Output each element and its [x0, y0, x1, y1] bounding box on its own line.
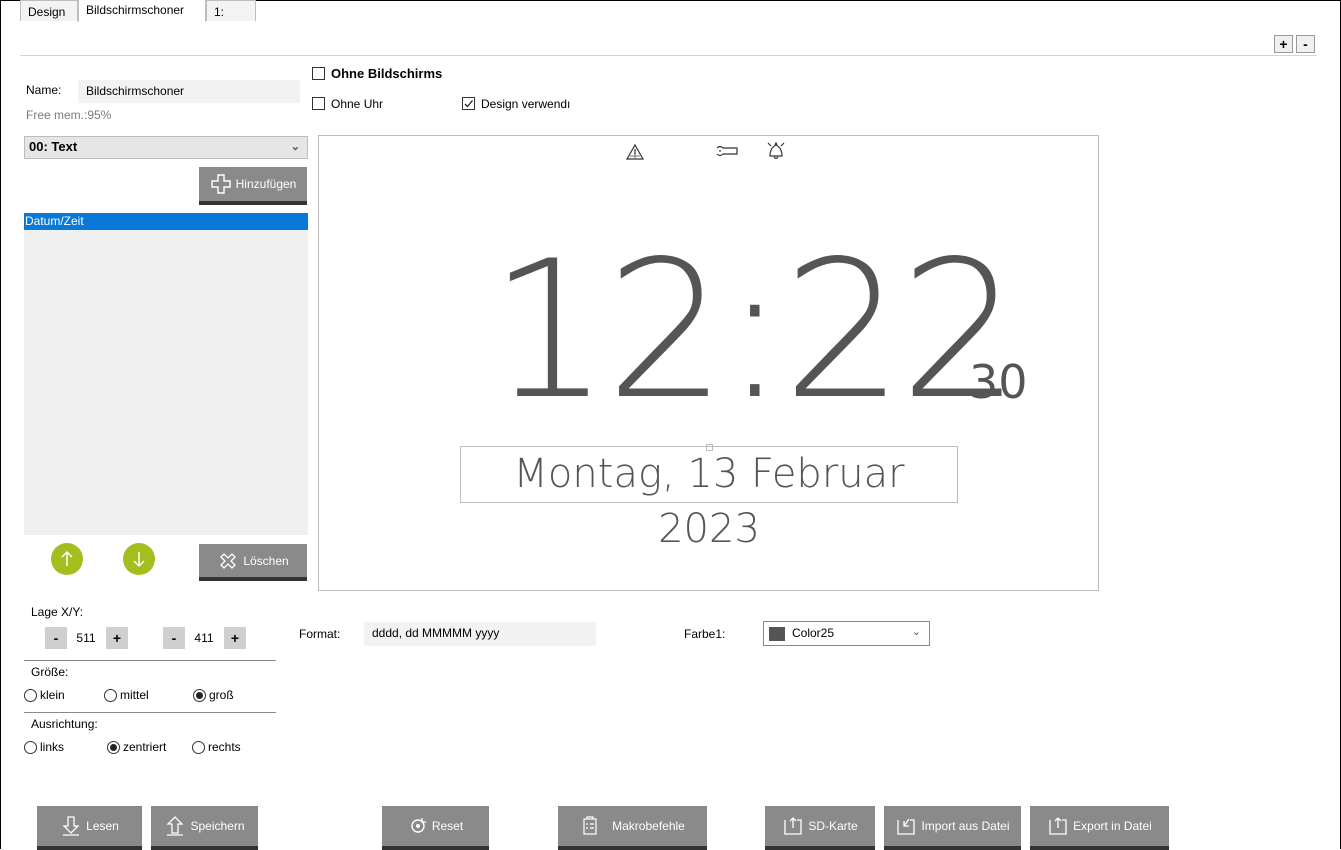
lesen-button[interactable]: Lesen: [37, 806, 142, 850]
speichern-label: Speichern: [190, 819, 245, 833]
tab-underline: [20, 55, 1317, 56]
date-text-element[interactable]: Montag, 13 Februar 2023: [460, 446, 958, 552]
checklist-icon: [583, 816, 597, 835]
size-label: Größe:: [31, 665, 69, 679]
move-up-button[interactable]: [51, 543, 83, 575]
add-tab-button[interactable]: +: [1274, 35, 1293, 53]
add-button[interactable]: Hinzufügen: [199, 167, 307, 205]
folder-import-icon: [897, 818, 916, 835]
lesen-label: Lesen: [86, 819, 119, 833]
align-zentriert-radio[interactable]: [107, 741, 120, 754]
align-links-label: links: [40, 740, 65, 754]
x-increment-button[interactable]: +: [106, 627, 128, 649]
divider: [24, 712, 276, 713]
add-button-label: Hinzufügen: [235, 177, 297, 191]
ohne-uhr-label: Ohne Uhr: [331, 97, 384, 111]
align-zentriert-label: zentriert: [123, 740, 167, 754]
tab-design[interactable]: Design: [20, 0, 78, 21]
sd-karte-button[interactable]: SD-Karte: [765, 806, 875, 850]
export-button[interactable]: Export in Datei: [1030, 806, 1169, 850]
folder-export-icon: [784, 817, 802, 835]
ohne-bildschirm-label: Ohne Bildschirms: [331, 66, 443, 81]
plus-icon: [210, 174, 231, 194]
reset-label: Reset: [431, 819, 464, 833]
arrow-up-icon: [61, 550, 73, 566]
radio-dot: [110, 744, 117, 751]
ohne-uhr-checkbox[interactable]: [312, 97, 325, 110]
x-decrement-button[interactable]: -: [45, 627, 67, 649]
color-label: Farbe1:: [684, 627, 726, 641]
position-label: Lage X/Y:: [31, 605, 84, 619]
list-item[interactable]: Datum/Zeit: [24, 213, 308, 230]
ohne-bildschirm-checkbox[interactable]: [312, 67, 325, 80]
size-mittel-radio[interactable]: [104, 689, 117, 702]
radio-dot: [196, 692, 203, 699]
design-verwenden-label: Design verwendı: [481, 97, 571, 111]
free-mem-text: Free mem.:95%: [26, 108, 112, 122]
size-gross-label: groß: [209, 688, 234, 702]
alignment-label: Ausrichtung:: [31, 717, 98, 731]
wrench-icon: [716, 145, 738, 157]
arrow-down-icon: [133, 552, 145, 568]
preview-panel: 12:22 30 Montag, 13 Februar 2023: [318, 135, 1099, 591]
folder-export-icon: [1049, 817, 1067, 835]
divider: [24, 660, 276, 661]
element-list[interactable]: Datum/Zeit: [24, 213, 308, 535]
align-rechts-label: rechts: [208, 740, 241, 754]
tab-bildschirmschoner[interactable]: Bildschirmschoner: [78, 0, 206, 22]
import-label: Import aus Datei: [921, 819, 1010, 833]
y-value: 411: [194, 631, 214, 645]
size-gross-radio[interactable]: [193, 689, 206, 702]
x-value: 511: [76, 631, 96, 645]
makro-button[interactable]: Makrobefehle: [558, 806, 707, 850]
sd-karte-label: SD-Karte: [808, 819, 858, 833]
makro-label: Makrobefehle: [612, 819, 685, 833]
export-label: Export in Datei: [1073, 819, 1152, 833]
chevron-down-icon: ⌄: [290, 141, 300, 153]
format-label: Format:: [299, 627, 341, 641]
upload-arrow-icon: [166, 816, 185, 836]
chevron-down-icon: ⌄: [911, 626, 921, 638]
speichern-button[interactable]: Speichern: [151, 806, 258, 850]
design-verwenden-checkbox[interactable]: [462, 97, 475, 110]
reset-button[interactable]: Reset: [382, 806, 489, 850]
clock-time: 12:22: [489, 220, 1021, 441]
remove-tab-button[interactable]: -: [1296, 35, 1315, 53]
name-label: Name:: [26, 83, 62, 97]
align-links-radio[interactable]: [24, 741, 37, 754]
size-mittel-label: mittel: [120, 688, 149, 702]
y-increment-button[interactable]: +: [224, 627, 246, 649]
format-field[interactable]: dddd, dd MMMMM yyyy: [364, 622, 596, 646]
delete-button-label: Löschen: [243, 553, 289, 568]
download-arrow-icon: [62, 816, 80, 836]
name-field[interactable]: Bildschirmschoner: [78, 80, 300, 103]
move-down-button[interactable]: [123, 543, 155, 575]
delete-x-icon: [220, 552, 237, 569]
import-button[interactable]: Import aus Datei: [884, 806, 1021, 850]
align-rechts-radio[interactable]: [192, 741, 205, 754]
clock-seconds: 30: [969, 355, 1028, 409]
color-select[interactable]: Color25 ⌄: [763, 621, 930, 646]
element-select-value: 00: Text: [29, 139, 78, 154]
y-decrement-button[interactable]: -: [163, 627, 185, 649]
bell-icon: [767, 141, 785, 160]
reset-icon: [411, 818, 426, 833]
size-klein-radio[interactable]: [24, 689, 37, 702]
tab-1[interactable]: 1:: [206, 0, 256, 21]
color-swatch: [769, 627, 785, 641]
delete-button[interactable]: Löschen: [199, 544, 307, 581]
color-select-value: Color25: [792, 626, 835, 640]
size-klein-label: klein: [40, 688, 65, 702]
check-icon: [464, 100, 473, 108]
warning-icon: [625, 143, 645, 160]
element-select[interactable]: 00: Text ⌄: [24, 136, 308, 159]
